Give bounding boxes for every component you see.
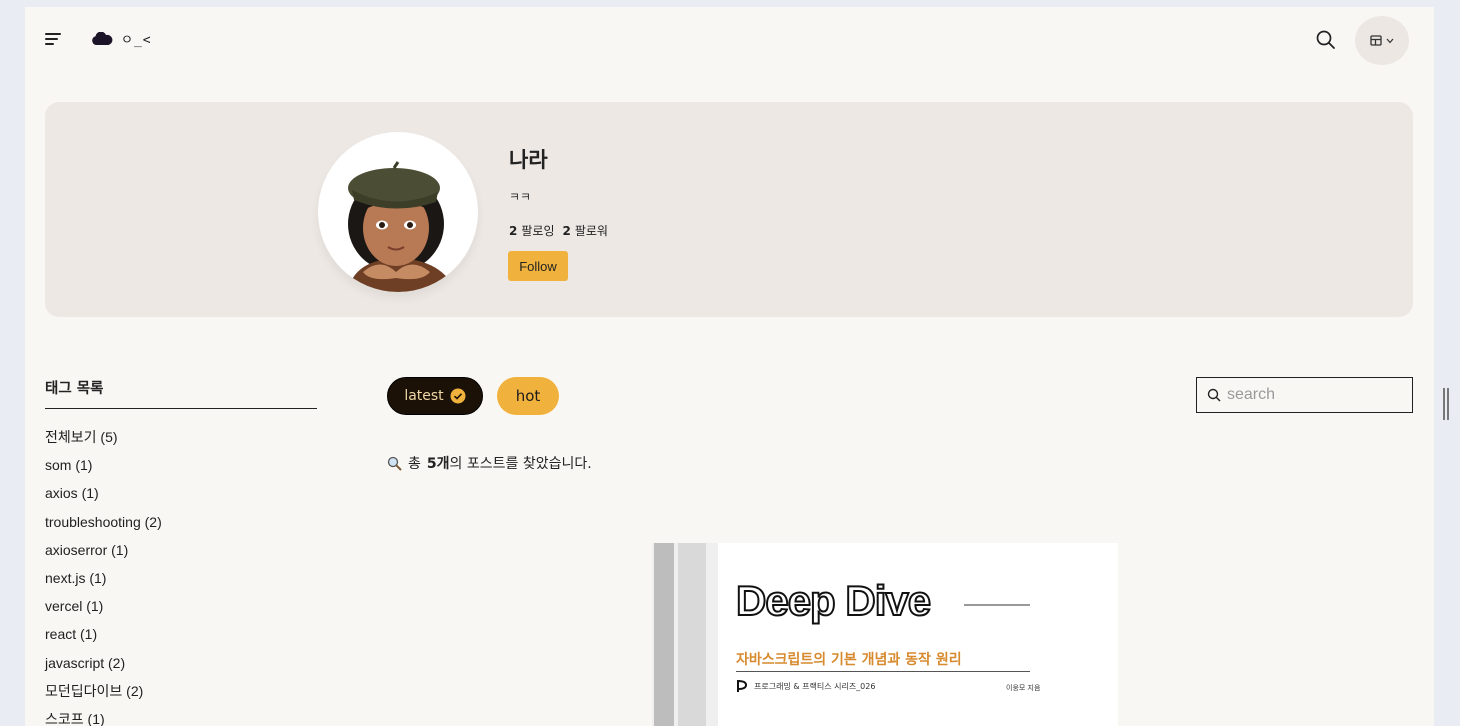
following-stat[interactable]: 2 팔로잉: [509, 222, 554, 239]
tag-item[interactable]: som (1): [45, 455, 162, 483]
post-thumbnail[interactable]: Deep Dive 자바스크립트의 기본 개념과 동작 원리 프로그래밍 & 프…: [652, 543, 1118, 726]
following-count: 2: [509, 224, 518, 238]
tab-hot-label: hot: [515, 387, 541, 405]
followers-count: 2: [562, 224, 571, 238]
header-search-button[interactable]: [1315, 29, 1339, 53]
search-icon: [1316, 30, 1335, 49]
theme-toggle-button[interactable]: [1355, 16, 1409, 65]
publisher-logo-icon: [737, 679, 748, 692]
tab-latest-label: latest: [404, 388, 444, 404]
profile-card: 나라 ㅋㅋ 2 팔로잉 2 팔로워 Follow: [45, 102, 1413, 317]
book-spine: [652, 543, 718, 726]
tag-list: 전체보기 (5) som (1) axios (1) troubleshooti…: [45, 427, 162, 726]
cloud-icon: [92, 31, 113, 45]
tag-item[interactable]: 모던딥다이브 (2): [45, 681, 162, 709]
tag-item[interactable]: troubleshooting (2): [45, 512, 162, 540]
tag-list-title: 태그 목록: [45, 381, 104, 397]
search-icon: [1207, 388, 1221, 402]
followers-label: 팔로워: [574, 224, 608, 238]
book-cover-divider: [736, 671, 1030, 672]
following-label: 팔로잉: [521, 224, 555, 238]
result-prefix: 총: [408, 456, 421, 472]
tab-hot[interactable]: hot: [497, 377, 559, 415]
book-cover-rule: [964, 604, 1030, 606]
profile-name: 나라: [509, 148, 548, 172]
tag-item[interactable]: vercel (1): [45, 596, 162, 624]
logo-text: ㅇ_<: [121, 33, 152, 48]
followers-stat[interactable]: 2 팔로워: [562, 222, 607, 239]
tag-item[interactable]: 스코프 (1): [45, 709, 162, 726]
post-search-box[interactable]: [1196, 377, 1413, 413]
check-circle-icon: [450, 388, 466, 404]
tab-latest[interactable]: latest: [387, 377, 483, 415]
book-cover-title: Deep Dive: [735, 576, 932, 625]
hamburger-menu-icon[interactable]: [45, 33, 61, 47]
tag-item[interactable]: react (1): [45, 624, 162, 652]
book-cover-subtitle: 자바스크립트의 기본 개념과 동작 원리: [736, 652, 962, 668]
chevron-down-icon: [1386, 38, 1394, 43]
profile-bio: ㅋㅋ: [509, 190, 532, 204]
search-result-text: 총 5개 의 포스트를 찾았습니다.: [387, 453, 592, 473]
publisher-text: 프로그래밍 & 프랙티스 시리즈_026: [754, 681, 876, 691]
scrollbar-handle[interactable]: [1443, 388, 1449, 420]
follow-button[interactable]: Follow: [508, 251, 568, 281]
blog-logo[interactable]: ㅇ_<: [91, 29, 152, 48]
tag-item[interactable]: axioserror (1): [45, 540, 162, 568]
tag-item[interactable]: axios (1): [45, 483, 162, 511]
profile-avatar: [318, 132, 478, 292]
profile-follow-stats: 2 팔로잉 2 팔로워: [509, 222, 608, 239]
tag-item[interactable]: 전체보기 (5): [45, 427, 162, 455]
avatar-image: [348, 161, 456, 292]
tag-item[interactable]: next.js (1): [45, 568, 162, 596]
tag-item[interactable]: javascript (2): [45, 653, 162, 681]
book-publisher: 프로그래밍 & 프랙티스 시리즈_026: [736, 679, 875, 693]
result-suffix: 의 포스트를 찾았습니다.: [449, 456, 592, 472]
blog-page: ㅇ_< 나라 ㅋㅋ 2 팔로잉 2 팔로워 Follow 태그 목록 전체보기 …: [25, 7, 1434, 726]
magnifier-icon: [387, 456, 402, 471]
result-count: 5개: [426, 456, 450, 472]
book-author: 이웅모 지음: [1006, 684, 1041, 692]
search-input[interactable]: [1227, 386, 1407, 404]
tag-list-divider: [45, 408, 317, 409]
layout-icon: [1370, 35, 1382, 46]
